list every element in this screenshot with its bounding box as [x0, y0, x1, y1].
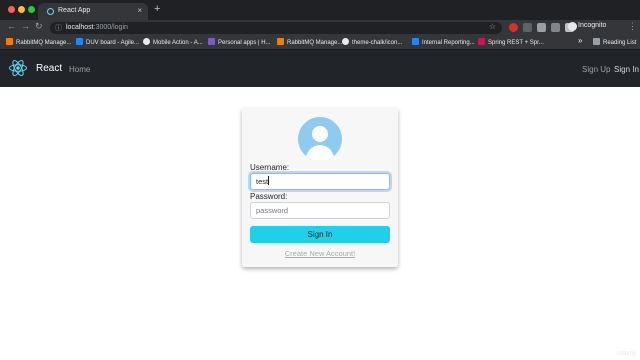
- login-card: Username: test Password: password Sign I…: [242, 108, 398, 267]
- browser-tab[interactable]: React App ×: [38, 3, 148, 20]
- bookmark-item[interactable]: Personal apps | H...: [208, 38, 271, 46]
- extension-box-icon[interactable]: [537, 23, 546, 32]
- close-window-button[interactable]: [8, 6, 15, 13]
- nav-signup-link[interactable]: Sign Up: [582, 65, 610, 74]
- rabbitmq-icon: [277, 38, 284, 45]
- incognito-indicator[interactable]: Incognito: [568, 22, 607, 31]
- bookmark-item[interactable]: DUV board - Agile...: [76, 38, 139, 46]
- browser-menu-icon[interactable]: ⋮: [628, 21, 637, 32]
- tab-title: React App: [58, 7, 91, 14]
- watermark: Udemy: [616, 351, 636, 357]
- username-input[interactable]: test: [250, 173, 390, 190]
- jira-icon: [412, 38, 419, 45]
- sign-in-button[interactable]: Sign In: [250, 226, 390, 243]
- tab-close-icon[interactable]: ×: [137, 6, 142, 15]
- github-icon: [342, 38, 349, 45]
- extension-tool-icon[interactable]: [551, 23, 560, 32]
- spring-bookmark-icon: [478, 38, 485, 45]
- site-info-icon[interactable]: ⓘ: [55, 23, 62, 33]
- jira-icon: [76, 38, 83, 45]
- heroku-icon: [208, 38, 215, 45]
- react-logo-icon[interactable]: [8, 58, 28, 78]
- incognito-label: Incognito: [578, 22, 607, 29]
- address-bar[interactable]: ⓘ localhost:3000/login ☆: [50, 22, 502, 34]
- reading-list-button[interactable]: Reading List: [593, 38, 636, 46]
- minimize-window-button[interactable]: [18, 6, 25, 13]
- password-label: Password:: [250, 192, 288, 201]
- create-account-link[interactable]: Create New Account!: [242, 249, 398, 258]
- incognito-icon: [568, 22, 577, 31]
- bookmark-item[interactable]: Spring REST + Spr...: [478, 38, 544, 46]
- browser-tab-strip: React App × +: [0, 0, 640, 20]
- password-input[interactable]: password: [250, 202, 390, 219]
- url-text: localhost:3000/login: [66, 23, 128, 31]
- react-favicon-icon: [47, 8, 54, 15]
- maximize-window-button[interactable]: [28, 6, 35, 13]
- nav-signin-link[interactable]: Sign In: [614, 65, 639, 74]
- bookmark-item[interactable]: Internal Reporting...: [412, 38, 475, 46]
- username-value: test: [256, 177, 269, 186]
- bookmark-item[interactable]: Mobile Action - A...: [143, 38, 203, 46]
- reading-list-icon: [593, 38, 600, 45]
- user-avatar-icon: [298, 117, 342, 161]
- password-placeholder: password: [256, 206, 289, 215]
- bookmark-item[interactable]: RabbitMQ Manage...: [6, 38, 71, 46]
- bookmark-item[interactable]: theme-chalk/icon...: [342, 38, 402, 46]
- username-label: Username:: [250, 163, 290, 172]
- browser-toolbar: ← → ↻ ⓘ localhost:3000/login ☆ Incognito…: [0, 20, 640, 36]
- forward-arrow-icon[interactable]: →: [21, 21, 30, 31]
- back-arrow-icon[interactable]: ←: [7, 21, 16, 31]
- bookmarks-bar: RabbitMQ Manage... DUV board - Agile... …: [0, 36, 640, 50]
- nav-home-link[interactable]: Home: [69, 65, 90, 74]
- extension-grey-icon[interactable]: [523, 23, 532, 32]
- reload-icon[interactable]: ↻: [35, 21, 43, 32]
- extension-red-icon[interactable]: [509, 23, 518, 32]
- rabbitmq-icon: [6, 38, 13, 45]
- app-navbar: React Home Sign Up Sign In: [0, 50, 640, 87]
- text-cursor: [268, 176, 270, 185]
- new-tab-button[interactable]: +: [154, 3, 160, 15]
- bookmark-star-icon[interactable]: ☆: [489, 22, 496, 31]
- mobile-action-icon: [143, 38, 150, 45]
- bookmarks-overflow-icon[interactable]: »: [578, 36, 582, 45]
- bookmark-item[interactable]: RabbitMQ Manage...: [277, 38, 342, 46]
- brand-name[interactable]: React: [36, 63, 62, 74]
